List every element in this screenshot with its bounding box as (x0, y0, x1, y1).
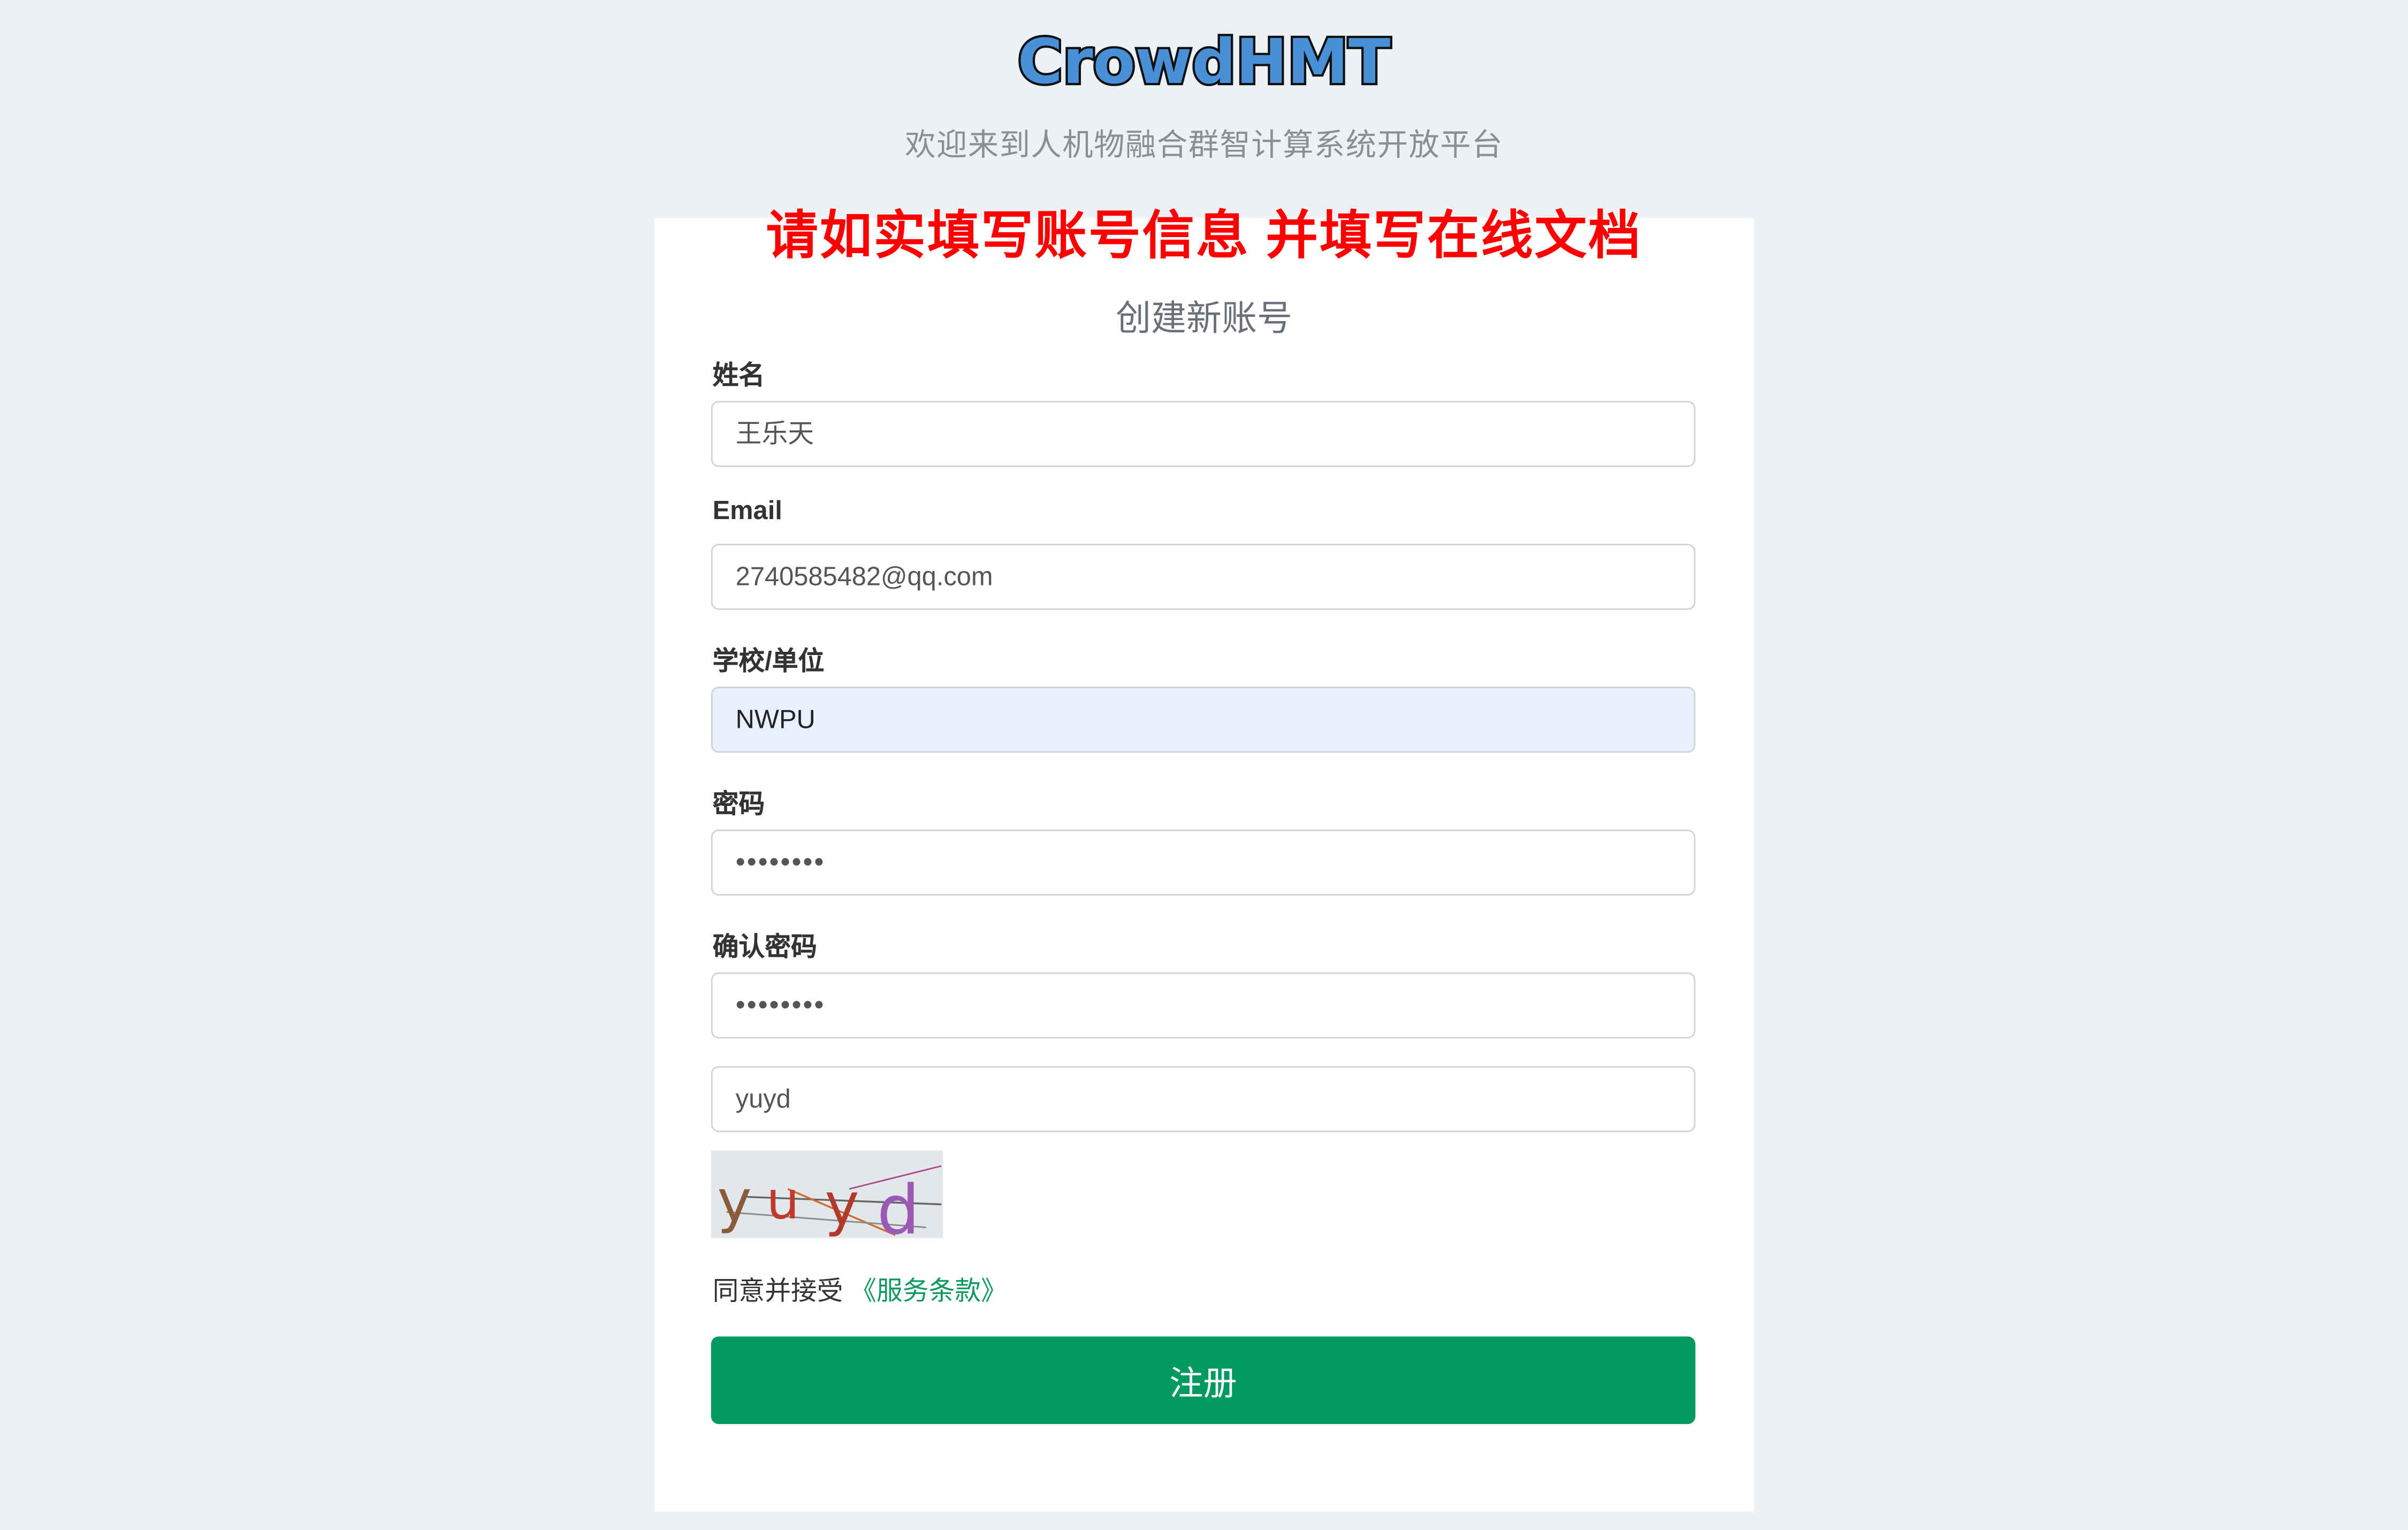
logo-text: CrowdHMT (1018, 26, 1391, 98)
logo: CrowdHMT (0, 21, 2408, 98)
register-button[interactable]: 注册 (711, 1336, 1696, 1424)
terms-link[interactable]: 《服务条款》 (850, 1276, 1007, 1306)
captcha-char-1: y (717, 1167, 752, 1235)
confirm-password-input[interactable]: •••••••• (711, 972, 1696, 1039)
email-label: Email (712, 496, 782, 526)
confirm-password-label: 确认密码 (712, 932, 817, 962)
email-input[interactable]: 2740585482@qq.com (711, 544, 1696, 610)
terms-prefix: 同意并接受 (712, 1276, 843, 1306)
password-label: 密码 (712, 789, 765, 819)
captcha-char-4: d (877, 1171, 920, 1238)
captcha-input[interactable]: yuyd (711, 1066, 1696, 1132)
crowdhmt-logo: CrowdHMT (1015, 24, 1392, 98)
password-input[interactable]: •••••••• (711, 829, 1696, 896)
name-label: 姓名 (712, 361, 765, 391)
name-input[interactable]: 王乐天 (711, 401, 1696, 467)
captcha-char-3: y (825, 1170, 859, 1238)
form-title: 创建新账号 (1115, 298, 1293, 338)
notice-banner: 请如实填写账号信息 并填写在线文档 (766, 207, 1642, 266)
captcha-graphic: y u y d (711, 1151, 943, 1250)
platform-subtitle: 欢迎来到人机物融合群智计算系统开放平台 (905, 129, 1503, 163)
organization-label: 学校/单位 (712, 646, 825, 676)
organization-input[interactable]: NWPU (711, 687, 1696, 753)
captcha-image[interactable]: y u y d (711, 1151, 943, 1250)
page: CrowdHMT 欢迎来到人机物融合群智计算系统开放平台 请如实填写账号信息 并… (0, 0, 2408, 1530)
terms-agreement: 同意并接受 《服务条款》 (713, 1269, 1007, 1307)
captcha-char-2: u (766, 1170, 799, 1231)
